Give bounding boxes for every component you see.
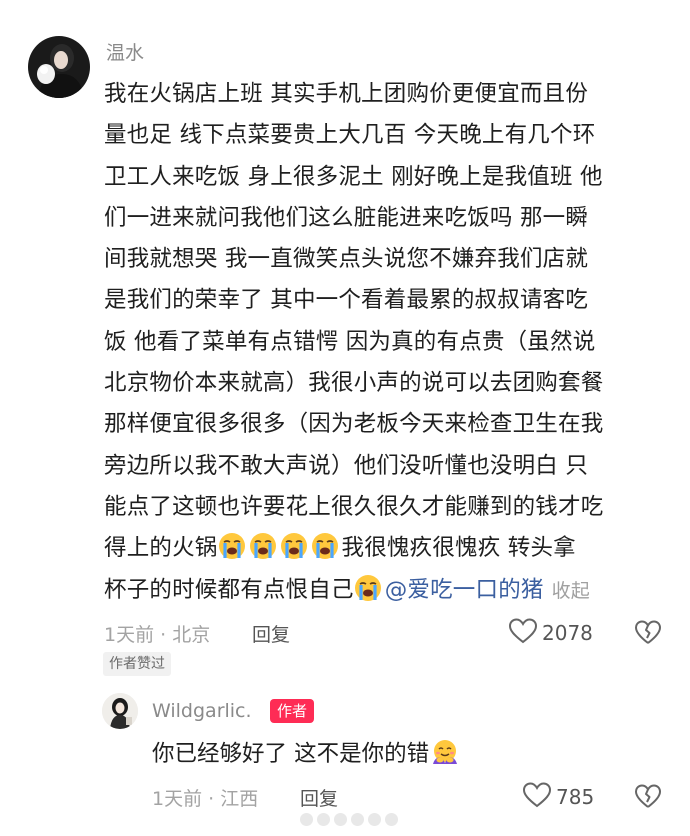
main-comment-dislike-button[interactable] (634, 619, 662, 647)
watermark-dot (317, 812, 330, 826)
reply-comment-timestamp-location: 1天前 · 江西 (152, 788, 259, 810)
loudly-crying-face-emoji-icon (280, 532, 308, 560)
main-comment-timestamp-location: 1天前 · 北京 (104, 624, 211, 646)
reply-comment-text: 你已经够好了 这不是你的错 (152, 736, 462, 772)
reply-comment-avatar[interactable] (102, 693, 138, 729)
comment-line: 旁边所以我不敢大声说）他们没听懂也没明白 只 (104, 452, 589, 479)
comment-line-with-emoji: 得上的火锅 我很愧疚很愧疚 转头拿 (104, 528, 664, 569)
hugging-face-emoji-icon (431, 738, 459, 766)
mention-link[interactable]: @爱吃一口的猪 (385, 577, 544, 603)
main-comment-text: 我在火锅店上班 其实手机上团购价更便宜而且份 量也足 线下点菜要贵上大几百 今天… (104, 74, 664, 611)
loudly-crying-face-emoji-icon (218, 532, 246, 560)
comment-line: 是我们的荣幸了 其中一个看着最累的叔叔请客吃 (104, 287, 589, 314)
comment-line: 我在火锅店上班 其实手机上团购价更便宜而且份 (104, 81, 589, 107)
loudly-crying-face-emoji-icon (311, 532, 339, 560)
comment-line: 那样便宜很多很多（因为老板今天来检查卫生在我 (104, 411, 604, 438)
reply-text-content: 你已经够好了 这不是你的错 (152, 741, 430, 767)
watermark (300, 810, 398, 828)
reply-comment-like-button[interactable]: 785 (522, 782, 594, 812)
main-comment-avatar[interactable] (28, 36, 90, 98)
watermark-dot (300, 812, 313, 826)
loudly-crying-face-emoji-icon (354, 574, 382, 602)
watermark-dot (385, 812, 398, 826)
reply-comment-username[interactable]: Wildgarlic. (152, 700, 252, 722)
author-liked-badge: 作者赞过 (103, 652, 171, 676)
reply-comment-reply-button[interactable]: 回复 (300, 784, 338, 811)
watermark-dot (351, 812, 364, 826)
comment-line: 北京物价本来就高）我很小声的说可以去团购套餐 (104, 370, 604, 397)
heart-outline-icon (522, 781, 552, 813)
main-comment-like-count: 2078 (542, 621, 593, 645)
comment-line-suffix: 我很愧疚很愧疚 转头拿 (341, 535, 576, 562)
comment-line: 们一进来就问我他们这么脏能进来吃饭吗 那一瞬 (104, 204, 589, 231)
watermark-dot (368, 812, 381, 826)
author-badge: 作者 (270, 699, 315, 723)
comment-line: 间我就想哭 我一直微笑点头说您不嫌弃我们店就 (104, 246, 589, 273)
broken-heart-icon (634, 784, 662, 815)
comment-line: 卫工人来吃饭 身上很多泥土 刚好晚上是我值班 他 (104, 163, 603, 190)
watermark-dot (334, 812, 347, 826)
comment-line-prefix: 得上的火锅 (104, 535, 218, 562)
comment-line: 饭 他看了菜单有点错愕 因为真的有点贵（虽然说 (104, 328, 596, 355)
broken-heart-icon (634, 620, 662, 651)
comment-line: 能点了这顿也许要花上很久很久才能赚到的钱才吃 (104, 493, 604, 520)
main-comment-username[interactable]: 温水 (106, 38, 144, 65)
main-comment-reply-button[interactable]: 回复 (252, 620, 290, 647)
comment-line-prefix: 杯子的时候都有点恨自己 (104, 576, 354, 603)
comment-line: 量也足 线下点菜要贵上大几百 今天晚上有几个环 (104, 122, 596, 149)
reply-comment-like-count: 785 (556, 785, 595, 809)
heart-outline-icon (508, 617, 538, 649)
main-comment-like-button[interactable]: 2078 (508, 618, 593, 648)
loudly-crying-face-emoji-icon (249, 532, 277, 560)
comment-line-with-mention: 杯子的时候都有点恨自己 @爱吃一口的猪 收起 (104, 570, 664, 611)
reply-comment-dislike-button[interactable] (634, 783, 662, 811)
collapse-button[interactable]: 收起 (552, 580, 590, 602)
